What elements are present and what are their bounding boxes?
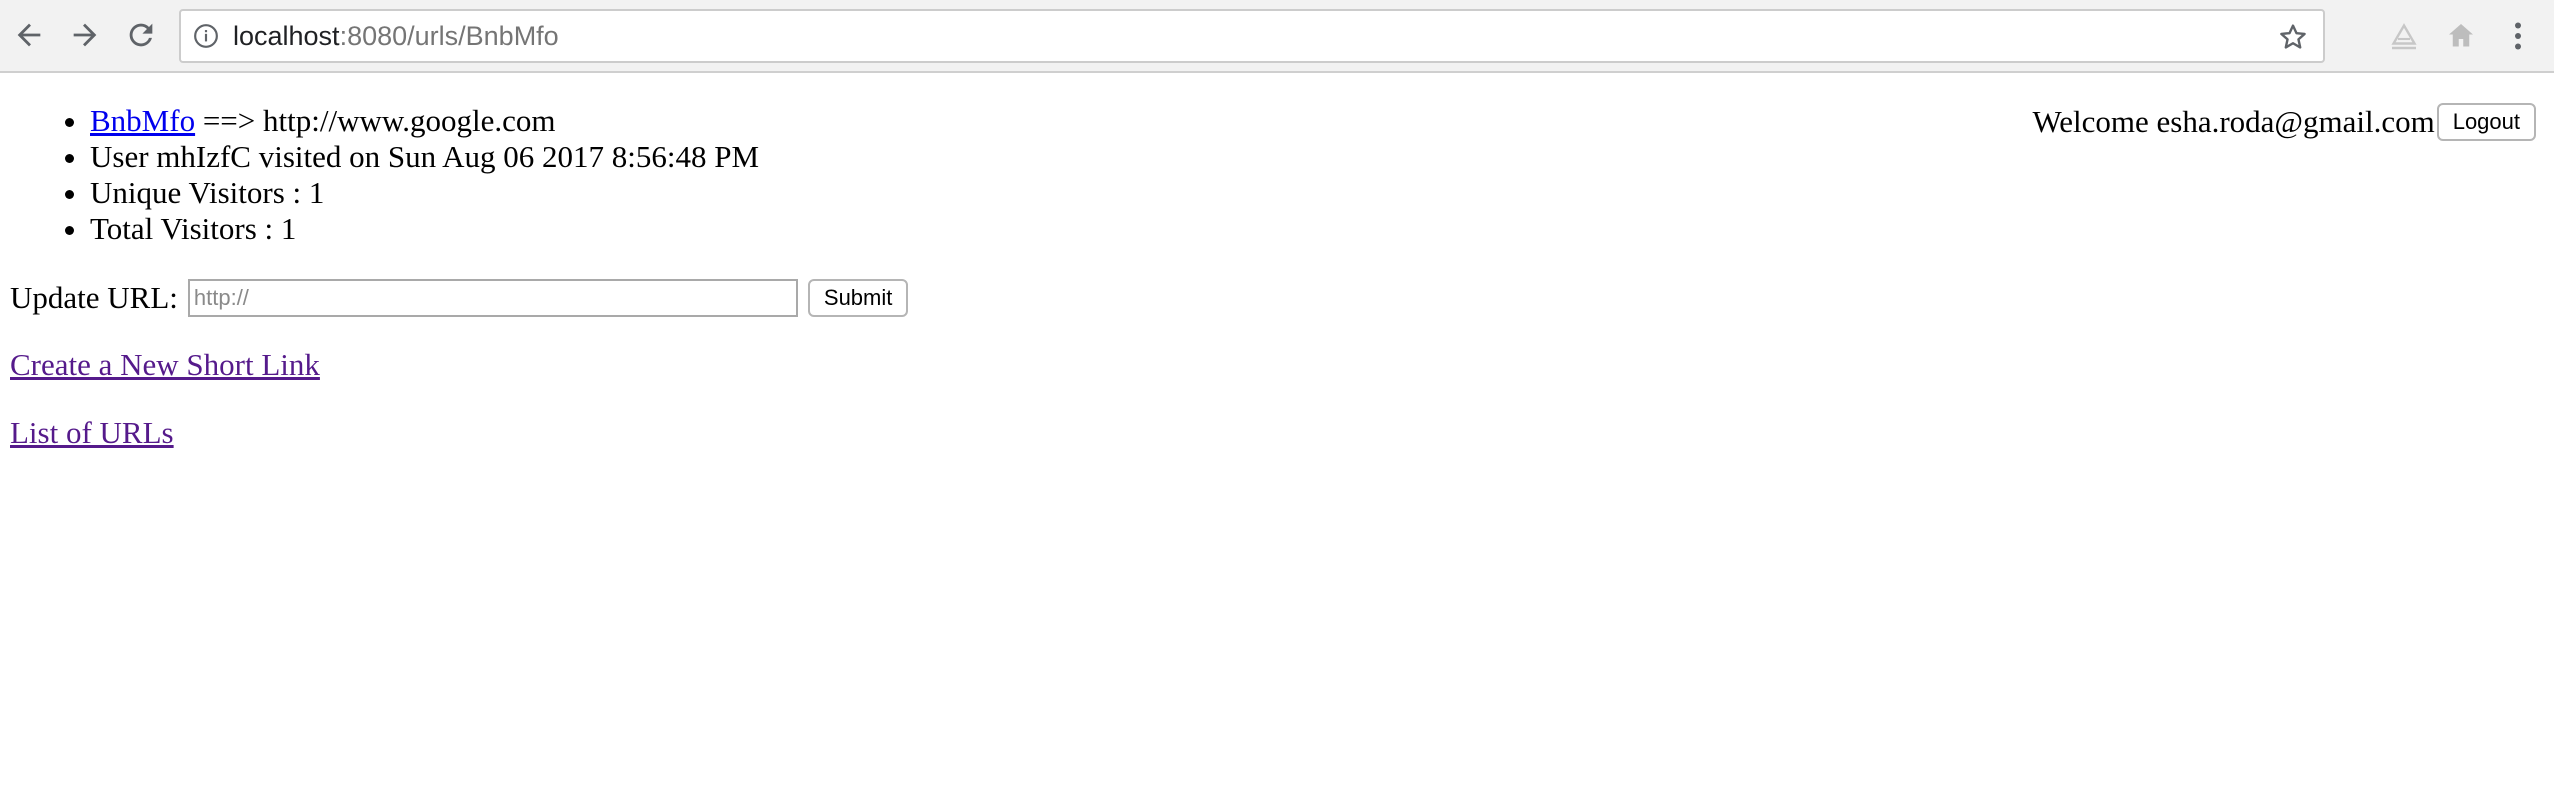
reload-button[interactable]	[120, 14, 162, 56]
update-url-input[interactable]	[187, 279, 798, 317]
page-content: BnbMfo ==> http://www.google.com User mh…	[0, 73, 2554, 804]
back-button[interactable]	[8, 14, 50, 56]
list-item-short-link: BnbMfo ==> http://www.google.com	[90, 103, 759, 139]
user-welcome: Welcome esha.roda@gmail.com Logout	[2032, 103, 2536, 141]
home-icon[interactable]	[2443, 18, 2479, 54]
short-code-link[interactable]: BnbMfo	[90, 103, 195, 138]
forward-arrow-icon	[73, 23, 97, 47]
url-info-list: BnbMfo ==> http://www.google.com User mh…	[0, 103, 759, 247]
reload-icon	[129, 23, 153, 47]
menu-icon[interactable]	[2500, 18, 2536, 54]
forward-button[interactable]	[64, 14, 106, 56]
logout-button[interactable]: Logout	[2436, 103, 2536, 141]
list-item-unique-visitors: Unique Visitors : 1	[90, 175, 759, 211]
address-bar[interactable]: localhost:8080/urls/BnbMfo	[179, 9, 2325, 63]
url-path: :8080/urls/BnbMfo	[339, 21, 559, 51]
update-url-form: Update URL: Submit	[10, 279, 909, 317]
info-icon[interactable]	[193, 23, 219, 49]
update-url-label: Update URL:	[10, 280, 178, 315]
welcome-text: Welcome esha.roda@gmail.com	[2032, 104, 2435, 139]
submit-button[interactable]: Submit	[807, 279, 909, 317]
back-arrow-icon	[17, 23, 41, 47]
list-item-visit: User mhIzfC visited on Sun Aug 06 2017 8…	[90, 139, 759, 175]
extension-icon[interactable]	[2386, 18, 2422, 54]
url-host: localhost	[233, 21, 340, 51]
list-of-urls-link[interactable]: List of URLs	[10, 415, 174, 450]
create-link-row: Create a New Short Link	[10, 347, 320, 383]
list-item-total-visitors: Total Visitors : 1	[90, 211, 759, 247]
browser-toolbar: localhost:8080/urls/BnbMfo	[0, 0, 2554, 73]
address-bar-url[interactable]: localhost:8080/urls/BnbMfo	[233, 11, 559, 61]
star-icon[interactable]	[2277, 21, 2309, 53]
redirect-target: ==> http://www.google.com	[195, 103, 556, 138]
list-link-row: List of URLs	[10, 415, 174, 451]
create-short-link[interactable]: Create a New Short Link	[10, 347, 320, 382]
